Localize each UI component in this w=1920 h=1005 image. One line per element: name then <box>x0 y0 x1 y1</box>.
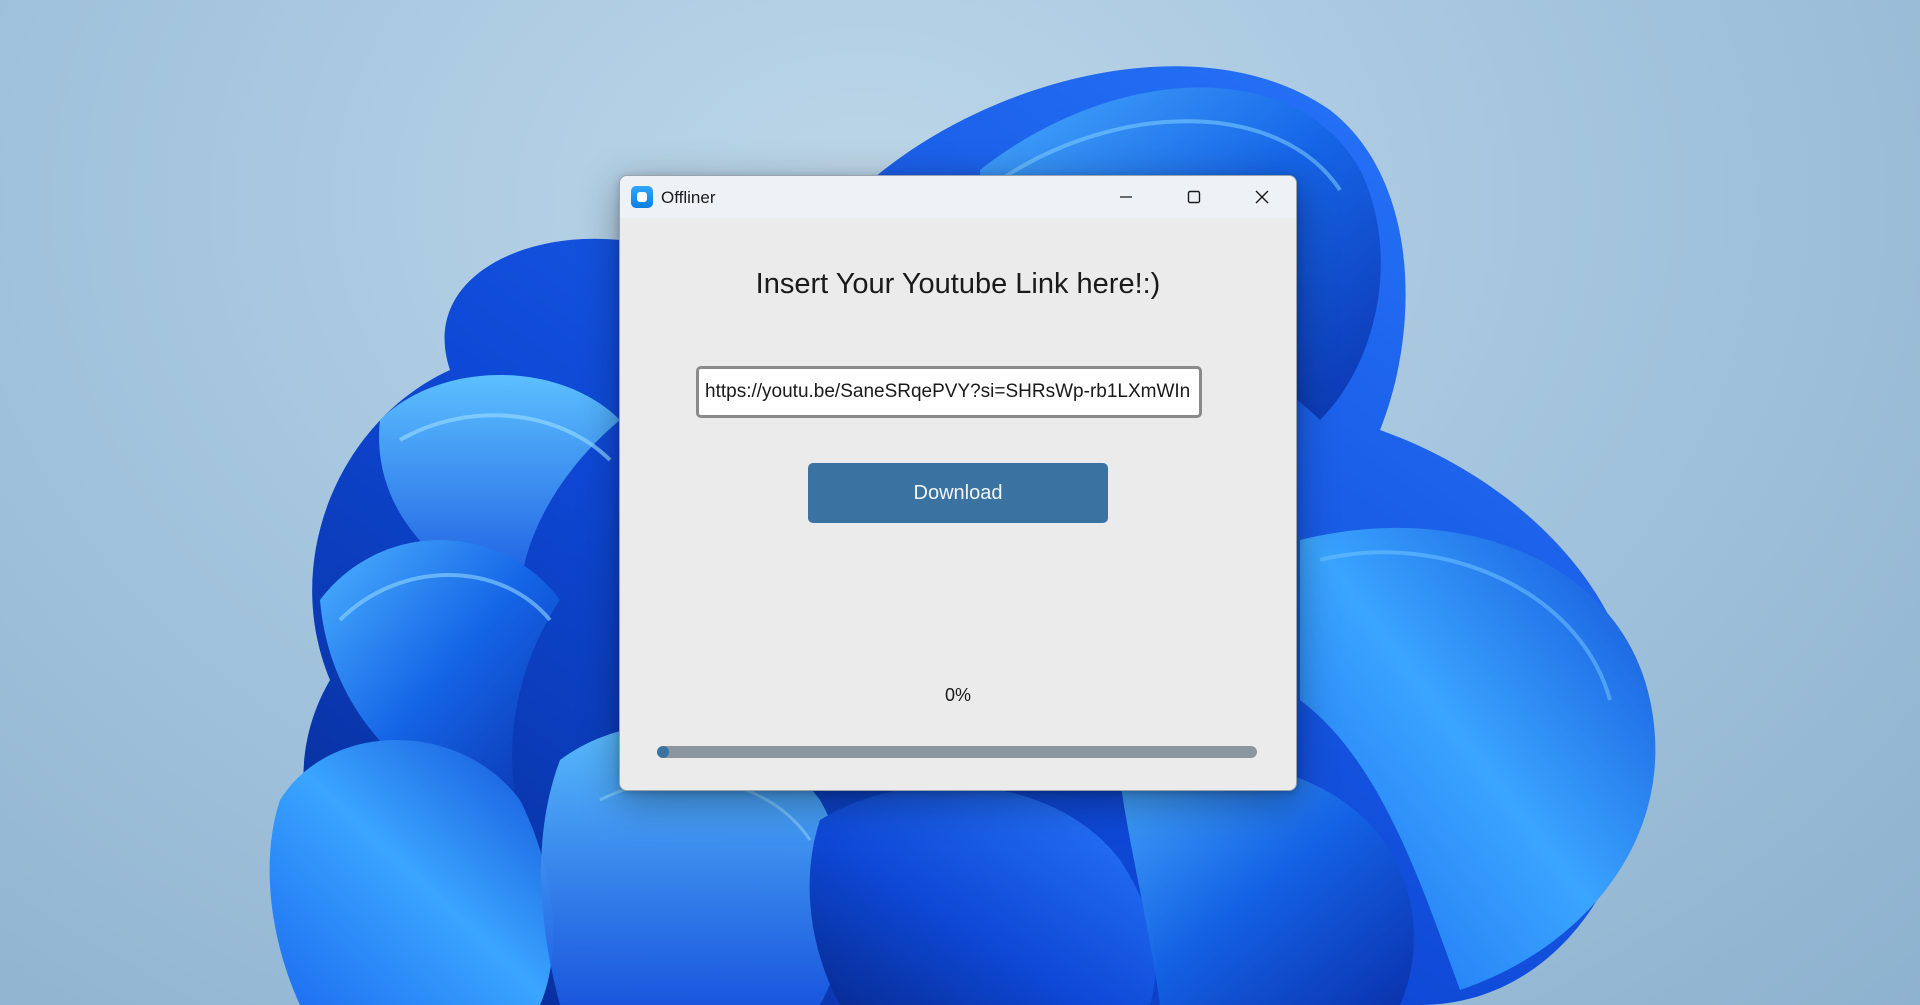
window-title: Offliner <box>661 188 716 207</box>
minimize-button[interactable] <box>1092 176 1160 218</box>
close-icon <box>1255 190 1269 204</box>
window-content: Insert Your Youtube Link here!:) Downloa… <box>620 218 1296 790</box>
minimize-icon <box>1120 196 1132 198</box>
close-button[interactable] <box>1228 176 1296 218</box>
offliner-app-icon <box>631 186 653 208</box>
desktop: Offliner Insert Your Youtube Link here!:… <box>0 0 1920 1005</box>
title-bar[interactable]: Offliner <box>620 176 1296 218</box>
progress-bar <box>657 746 1257 758</box>
download-button[interactable]: Download <box>808 463 1108 523</box>
maximize-icon <box>1187 190 1201 204</box>
page-heading: Insert Your Youtube Link here!:) <box>755 268 1161 300</box>
progress-percent-label: 0% <box>944 685 971 705</box>
progress-bar-fill <box>657 746 669 758</box>
maximize-button[interactable] <box>1160 176 1228 218</box>
app-window: Offliner Insert Your Youtube Link here!:… <box>619 175 1297 791</box>
youtube-url-input[interactable] <box>696 366 1202 418</box>
